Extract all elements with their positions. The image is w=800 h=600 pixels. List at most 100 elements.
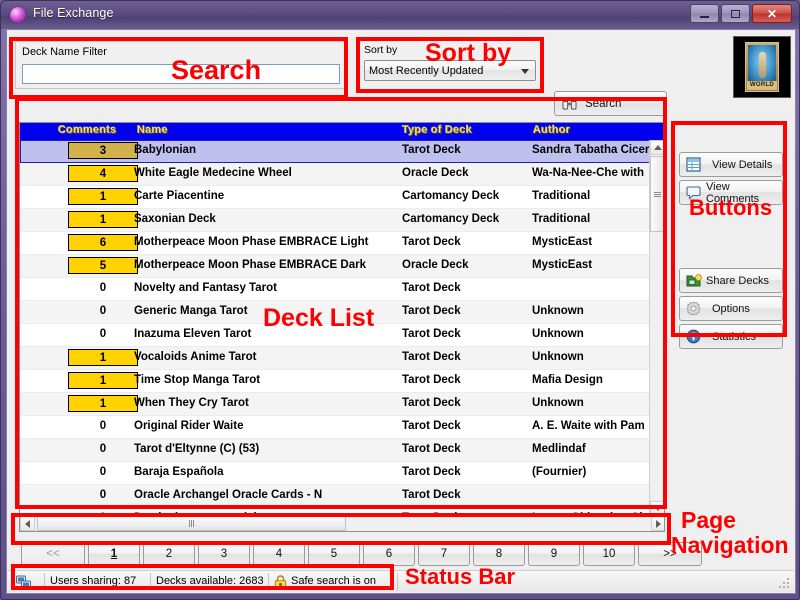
annotation-label-navigation: Navigation bbox=[671, 532, 789, 558]
deck-author-cell: MysticEast bbox=[532, 259, 593, 271]
column-header-name[interactable]: Name bbox=[137, 124, 168, 136]
annotation-label-search: Search bbox=[171, 55, 262, 85]
deck-name-cell: Baraja Española bbox=[134, 466, 224, 478]
deck-type-cell: Tarot Deck bbox=[402, 236, 461, 248]
deck-author-cell: Mafia Design bbox=[532, 374, 603, 386]
page-prev-button[interactable]: << bbox=[21, 542, 85, 566]
chevron-down-icon bbox=[521, 69, 529, 74]
triangle-right-icon bbox=[656, 519, 661, 528]
card-art bbox=[748, 45, 776, 82]
horizontal-scrollbar[interactable] bbox=[20, 515, 664, 531]
share-folder-icon bbox=[685, 272, 702, 289]
view-details-button[interactable]: View Details bbox=[679, 152, 783, 177]
triangle-down-icon bbox=[653, 506, 662, 511]
scroll-left-button[interactable] bbox=[20, 516, 35, 531]
page-button-2[interactable]: 2 bbox=[143, 542, 195, 566]
comment-count-badge: 1 bbox=[68, 349, 138, 366]
deck-type-cell: Tarot Deck bbox=[402, 328, 461, 340]
page-button-7[interactable]: 7 bbox=[418, 542, 470, 566]
deck-author-cell: Traditional bbox=[532, 190, 591, 202]
column-header-type[interactable]: Type of Deck bbox=[402, 124, 472, 136]
page-button-3[interactable]: 3 bbox=[198, 542, 250, 566]
sort-by-label: Sort by bbox=[364, 44, 398, 56]
options-label: Options bbox=[712, 302, 750, 315]
page-button-1[interactable]: 1 bbox=[88, 542, 140, 566]
page-button-4[interactable]: 4 bbox=[253, 542, 305, 566]
gear-icon bbox=[685, 300, 702, 317]
column-header-comments[interactable]: Comments bbox=[58, 124, 116, 136]
scroll-up-button[interactable] bbox=[650, 140, 664, 155]
deck-type-cell: Tarot Deck bbox=[402, 466, 461, 478]
comment-count: 0 bbox=[99, 466, 107, 478]
action-button-panel: View Details View Comments Share Decks O… bbox=[675, 148, 787, 360]
minimize-button[interactable] bbox=[690, 4, 719, 23]
deck-name-cell: Time Stop Manga Tarot bbox=[134, 374, 261, 386]
maximize-icon bbox=[731, 9, 740, 18]
share-decks-button[interactable]: Share Decks bbox=[679, 268, 783, 293]
scroll-right-button[interactable] bbox=[651, 516, 664, 531]
deck-name-cell: Tarot d'Eltynne (C) (53) bbox=[134, 443, 260, 455]
table-row[interactable]: 0 Tarot d'Eltynne (C) (53) Tarot Deck Medli… bbox=[20, 439, 651, 462]
deck-type-cell: Tarot Deck bbox=[402, 443, 461, 455]
deck-type-cell: Tarot Deck bbox=[402, 374, 461, 386]
table-row[interactable]: 1 Carte Piacentine Cartomancy Deck Traditio… bbox=[20, 186, 651, 209]
tarot-card-icon: WORLD bbox=[745, 42, 779, 92]
deck-type-cell: Tarot Deck bbox=[402, 282, 461, 294]
table-row[interactable]: 0 Baraja Española Tarot Deck (Fournier) bbox=[20, 462, 651, 485]
table-row[interactable]: 1 Vocaloids Anime Tarot Tarot Deck Unknown bbox=[20, 347, 651, 370]
column-header-author[interactable]: Author bbox=[533, 124, 570, 136]
deck-author-cell: Unknown bbox=[532, 397, 584, 409]
vertical-scrollbar-thumb[interactable] bbox=[650, 156, 664, 232]
deck-type-cell: Tarot Deck bbox=[402, 305, 461, 317]
card-figure bbox=[758, 52, 766, 79]
deck-type-cell: Tarot Deck bbox=[402, 489, 461, 501]
share-decks-label: Share Decks bbox=[706, 274, 769, 287]
horizontal-scrollbar-thumb[interactable] bbox=[37, 516, 346, 531]
search-button[interactable]: Search bbox=[554, 91, 667, 116]
deck-author-cell: Unknown bbox=[532, 305, 584, 317]
comment-count-badge: 1 bbox=[68, 188, 138, 205]
page-button-8[interactable]: 8 bbox=[473, 542, 525, 566]
close-button[interactable]: ✕ bbox=[752, 4, 792, 23]
table-row[interactable]: 1 When They Cry Tarot Tarot Deck Unknown bbox=[20, 393, 651, 416]
table-row[interactable]: 3 Babylonian Tarot Deck Sandra Tabatha Cice… bbox=[20, 140, 651, 163]
grip-icon bbox=[189, 520, 194, 527]
table-row[interactable]: 1 Time Stop Manga Tarot Tarot Deck Mafia De… bbox=[20, 370, 651, 393]
deck-filter-label: Deck Name Filter bbox=[22, 46, 107, 58]
statistics-label: Statistics bbox=[712, 330, 757, 343]
deck-type-cell: Tarot Deck bbox=[402, 351, 461, 363]
deck-author-cell: Unknown bbox=[532, 328, 584, 340]
options-button[interactable]: Options bbox=[679, 296, 783, 321]
scroll-down-button[interactable] bbox=[650, 501, 664, 516]
table-row[interactable]: 4 White Eagle Medecine Wheel Oracle Deck Wa… bbox=[20, 163, 651, 186]
table-row[interactable]: 5 Motherpeace Moon Phase EMBRACE Dark Orac… bbox=[20, 255, 651, 278]
vertical-scrollbar[interactable] bbox=[649, 140, 664, 516]
statistics-button[interactable]: Statistics bbox=[679, 324, 783, 349]
annotation-label-sort: Sort by bbox=[425, 39, 512, 67]
deck-name-cell: Carte Piacentine bbox=[134, 190, 225, 202]
resize-grip-icon[interactable] bbox=[779, 578, 791, 590]
page-button-5[interactable]: 5 bbox=[308, 542, 360, 566]
page-button-6[interactable]: 6 bbox=[363, 542, 415, 566]
annotation-label-deck-list: Deck List bbox=[263, 304, 375, 332]
triangle-up-icon bbox=[653, 145, 662, 150]
view-details-label: View Details bbox=[712, 158, 773, 171]
table-row[interactable]: 1 Saxonian Deck Cartomancy Deck Traditional bbox=[20, 209, 651, 232]
deck-type-cell: Cartomancy Deck bbox=[402, 190, 500, 202]
table-row[interactable]: 6 Motherpeace Moon Phase EMBRACE Light Tar… bbox=[20, 232, 651, 255]
annotation-label-page: Page bbox=[681, 507, 736, 533]
table-row[interactable]: 0 Novelty and Fantasy Tarot Tarot Deck bbox=[20, 278, 651, 301]
table-row[interactable]: 0 Oracle Archangel Oracle Cards - N Tarot … bbox=[20, 485, 651, 508]
table-row[interactable]: 0 Original Rider Waite Tarot Deck A. E. Wai… bbox=[20, 416, 651, 439]
application-window: File Exchange ✕ Deck Name Filter Sort by… bbox=[0, 0, 800, 600]
comment-count: 0 bbox=[99, 305, 107, 317]
comment-count-badge: 1 bbox=[68, 395, 138, 412]
maximize-button[interactable] bbox=[721, 4, 750, 23]
page-button-9[interactable]: 9 bbox=[528, 542, 580, 566]
page-button-10[interactable]: 10 bbox=[583, 542, 635, 566]
deck-author-cell: Unknown bbox=[532, 351, 584, 363]
deck-name-cell: White Eagle Medecine Wheel bbox=[134, 167, 292, 179]
deck-name-cell: Babylonian bbox=[134, 144, 196, 156]
comment-count-badge: 4 bbox=[68, 165, 138, 182]
search-button-label: Search bbox=[585, 97, 622, 110]
